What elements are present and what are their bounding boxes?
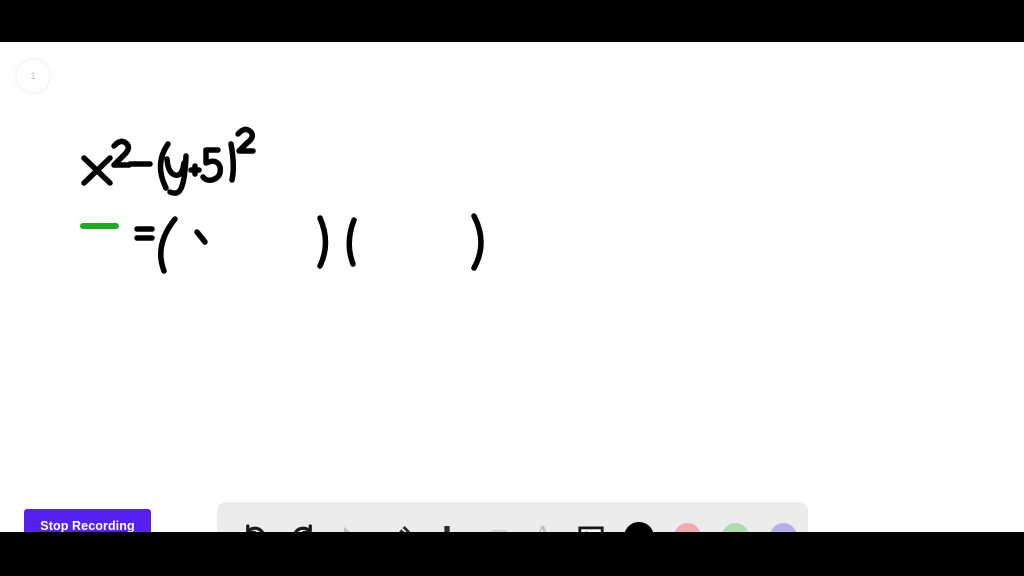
page-number-label: 1 (30, 71, 36, 81)
bottom-controls: Stop Recording (0, 462, 1024, 571)
page-number-badge[interactable]: 1 (17, 60, 49, 92)
ink-line-1 (80, 126, 256, 229)
handwriting-ink-layer (80, 126, 484, 274)
app-screen: 1 Stop Recording (0, 0, 1024, 576)
letterbox-bottom (0, 532, 1024, 576)
ink-line-2 (134, 213, 484, 274)
whiteboard-canvas[interactable]: 1 Stop Recording (0, 42, 1024, 571)
letterbox-top (0, 0, 1024, 42)
